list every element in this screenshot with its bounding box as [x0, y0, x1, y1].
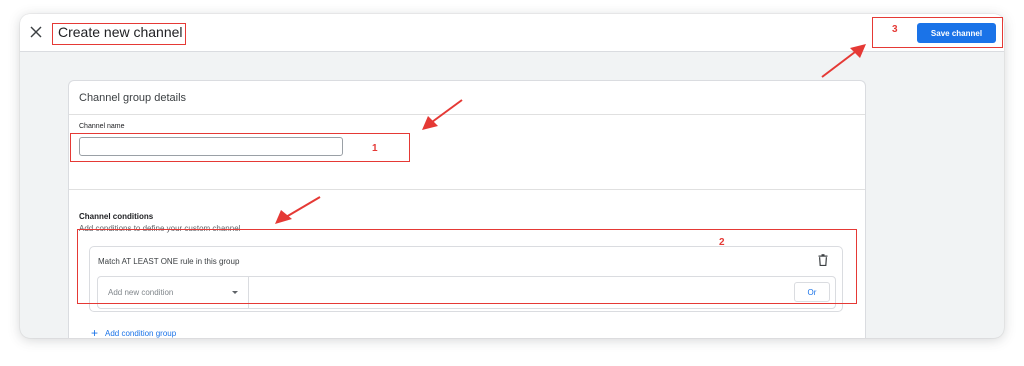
add-condition-group-label: Add condition group	[105, 328, 177, 338]
divider	[69, 189, 865, 190]
close-icon[interactable]	[30, 26, 42, 38]
add-condition-group-button[interactable]: + Add condition group	[91, 326, 177, 338]
divider	[69, 114, 865, 115]
annotation-box-1	[70, 133, 410, 162]
annotation-box-2	[77, 229, 857, 304]
annotation-marker-2: 2	[719, 237, 725, 248]
plus-icon: +	[91, 326, 99, 338]
annotation-box-title	[52, 23, 186, 45]
card-title: Channel group details	[79, 92, 187, 104]
channel-conditions-title: Channel conditions	[79, 212, 154, 221]
annotation-marker-3: 3	[892, 24, 898, 35]
channel-name-label: Channel name	[79, 123, 125, 130]
annotation-marker-1: 1	[372, 143, 378, 154]
